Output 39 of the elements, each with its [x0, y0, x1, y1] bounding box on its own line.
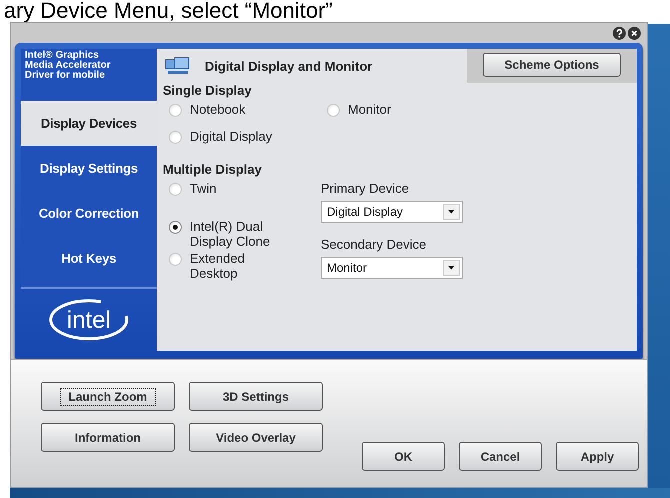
- field-label: Primary Device: [321, 181, 410, 196]
- help-icon[interactable]: [613, 26, 626, 40]
- monitors-icon: [165, 56, 191, 76]
- radio-option[interactable]: Digital Display: [169, 129, 327, 144]
- radio-button[interactable]: [169, 131, 182, 144]
- scheme-options-button[interactable]: Scheme Options: [483, 53, 621, 77]
- radio-button[interactable]: [169, 183, 182, 196]
- action-button[interactable]: 3D Settings: [189, 382, 323, 411]
- section-heading: Single Display: [163, 83, 253, 98]
- sidebar-item[interactable]: Hot Keys: [21, 236, 157, 281]
- field-label: Secondary Device: [321, 237, 428, 252]
- logo: intel: [48, 298, 130, 342]
- sidebar-item[interactable]: Display Settings: [21, 146, 157, 191]
- radio-button[interactable]: [169, 104, 182, 117]
- caption-text: ary Device Menu, select “Monitor”: [3, 0, 334, 22]
- caret-icon[interactable]: [443, 204, 460, 220]
- dialog-button[interactable]: Apply: [556, 442, 639, 471]
- radio-button[interactable]: [169, 221, 182, 234]
- dropdown[interactable]: Digital Display: [321, 201, 463, 223]
- close-icon[interactable]: [628, 26, 641, 40]
- radio-option[interactable]: Intel(R) Dual Display Clone: [169, 219, 279, 249]
- sidebar-item[interactable]: Color Correction: [21, 191, 157, 236]
- section-heading: Multiple Display: [163, 162, 263, 177]
- action-button[interactable]: Video Overlay: [189, 423, 323, 452]
- action-button[interactable]: Information: [41, 423, 175, 452]
- radio-button[interactable]: [327, 104, 340, 117]
- panel-title: Digital Display and Monitor: [205, 58, 373, 74]
- radio-option[interactable]: Extended Desktop: [169, 251, 279, 281]
- dialog-button[interactable]: Cancel: [459, 442, 542, 471]
- radio-option[interactable]: Notebook: [169, 102, 327, 117]
- radio-option[interactable]: Twin: [169, 181, 279, 196]
- sidebar-item[interactable]: Display Devices: [21, 101, 157, 146]
- radio-option[interactable]: Monitor: [327, 102, 637, 117]
- product-title: Intel® Graphics Media Accelerator Driver for mobile: [24, 49, 112, 83]
- action-button[interactable]: Launch Zoom: [41, 382, 175, 411]
- dialog-button[interactable]: OK: [362, 442, 445, 471]
- radio-button[interactable]: [169, 253, 182, 266]
- caret-icon[interactable]: [443, 260, 460, 276]
- dropdown[interactable]: Monitor: [321, 257, 463, 279]
